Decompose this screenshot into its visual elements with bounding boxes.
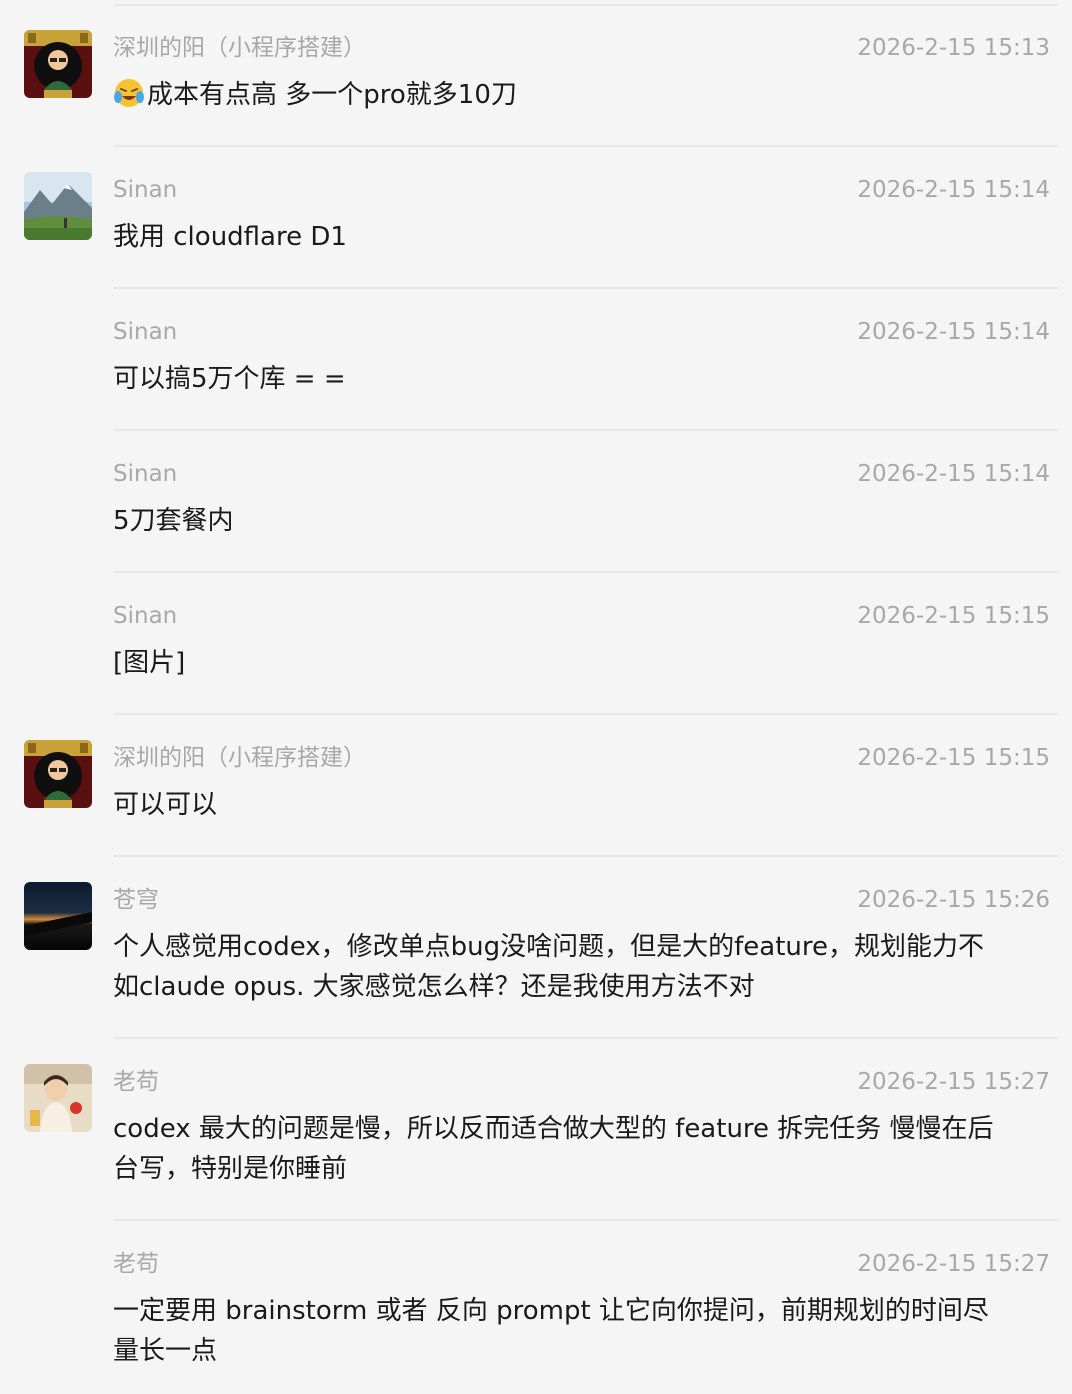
sender-name: Sinan [113, 603, 178, 629]
message-text[interactable]: 可以搞5万个库 = = [113, 359, 1050, 399]
timestamp: 2026-2-15 15:13 [857, 35, 1050, 61]
timestamp: 2026-2-15 15:26 [857, 887, 1050, 913]
timestamp: 2026-2-15 15:15 [857, 603, 1050, 629]
laughing-crying-emoji-icon [113, 77, 145, 109]
message-divider [114, 1037, 1058, 1039]
avatar-laogou[interactable] [24, 1064, 92, 1132]
message-divider [114, 855, 1058, 857]
message-line: 台写，特别是你睡前 [113, 1154, 348, 1184]
timestamp: 2026-2-15 15:14 [857, 461, 1050, 487]
timestamp: 2026-2-15 15:14 [857, 319, 1050, 345]
message-line: 个人感觉用codex，修改单点bug没啥问题，但是大的feature，规划能力不 [113, 932, 984, 962]
sender-name: 苍穹 [113, 887, 159, 913]
sender-name: Sinan [113, 461, 178, 487]
message-text[interactable]: 5刀套餐内 [113, 501, 1050, 541]
sender-name: 深圳的阳（小程序搭建） [113, 745, 366, 771]
avatar-image [24, 1064, 92, 1132]
message-divider [114, 287, 1058, 289]
timestamp: 2026-2-15 15:15 [857, 745, 1050, 771]
message-text[interactable]: 一定要用 brainstorm 或者 反向 prompt 让它向你提问，前期规划… [113, 1291, 1050, 1371]
message-line: codex 最大的问题是慢，所以反而适合做大型的 feature 拆完任务 慢慢… [113, 1114, 994, 1144]
avatar-image [24, 172, 92, 240]
message-text[interactable]: 成本有点高 多一个pro就多10刀 [113, 75, 1050, 115]
sender-name: Sinan [113, 319, 178, 345]
avatar-shenzhen-yang[interactable] [24, 740, 92, 808]
message-divider [114, 713, 1058, 715]
message-divider [114, 145, 1058, 147]
message-text[interactable]: 可以可以 [113, 785, 1050, 825]
sender-name: 老苟 [113, 1069, 159, 1095]
message-divider [114, 1219, 1058, 1221]
sender-name: 老苟 [113, 1251, 159, 1277]
message-text[interactable]: codex 最大的问题是慢，所以反而适合做大型的 feature 拆完任务 慢慢… [113, 1109, 1050, 1189]
sender-name: Sinan [113, 177, 178, 203]
timestamp: 2026-2-15 15:27 [857, 1251, 1050, 1277]
message-divider [114, 571, 1058, 573]
message-divider [114, 429, 1058, 431]
avatar-image [24, 882, 92, 950]
message-line: 如claude opus. 大家感觉怎么样？还是我使用方法不对 [113, 972, 755, 1002]
message-text[interactable]: 我用 cloudflare D1 [113, 217, 1050, 257]
avatar-cangqiong[interactable] [24, 882, 92, 950]
timestamp: 2026-2-15 15:14 [857, 177, 1050, 203]
avatar-image [24, 30, 92, 98]
message-content: 成本有点高 多一个pro就多10刀 [147, 80, 517, 110]
avatar-image [24, 740, 92, 808]
timestamp: 2026-2-15 15:27 [857, 1069, 1050, 1095]
message-line: 一定要用 brainstorm 或者 反向 prompt 让它向你提问，前期规划… [113, 1296, 989, 1326]
sender-name: 深圳的阳（小程序搭建） [113, 35, 366, 61]
avatar-shenzhen-yang[interactable] [24, 30, 92, 98]
avatar-sinan[interactable] [24, 172, 92, 240]
message-text[interactable]: [图片] [113, 643, 1050, 683]
message-text[interactable]: 个人感觉用codex，修改单点bug没啥问题，但是大的feature，规划能力不… [113, 927, 1050, 1007]
message-line: 量长一点 [113, 1336, 218, 1366]
top-divider [114, 4, 1058, 6]
